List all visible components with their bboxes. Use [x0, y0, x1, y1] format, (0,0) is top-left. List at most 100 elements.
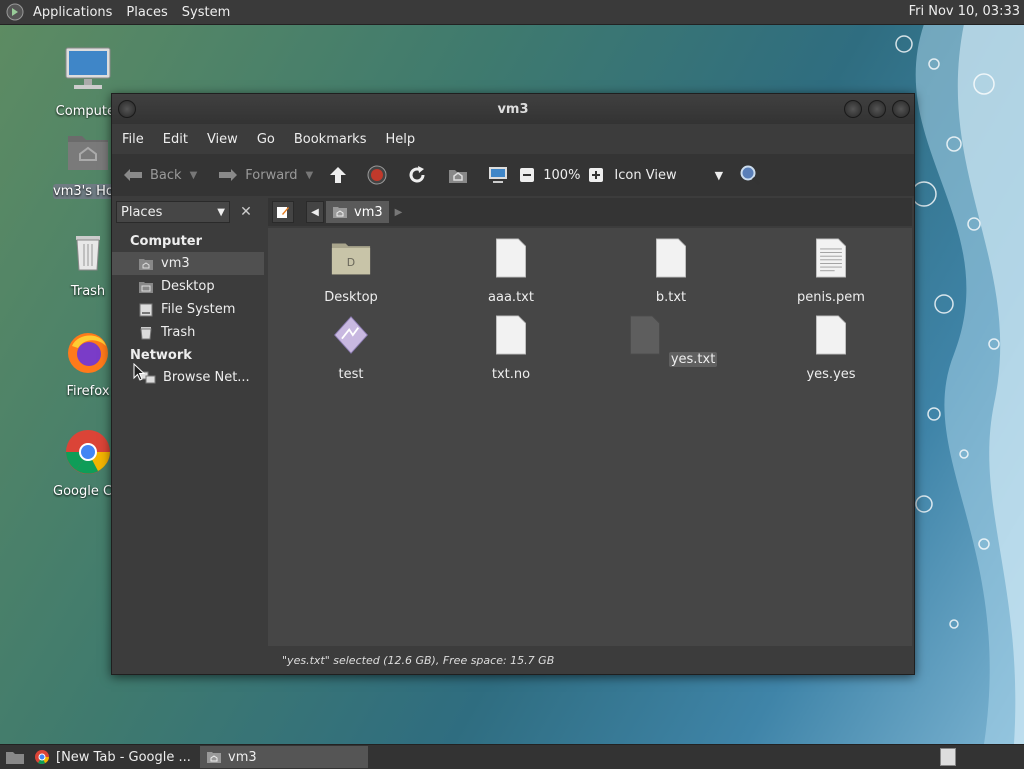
menu-go[interactable]: Go [247, 132, 284, 147]
places-sidepane: Computer vm3 Desktop File System Trash N… [112, 228, 264, 654]
panel-clock[interactable]: Fri Nov 10, 03:33 [909, 4, 1020, 19]
menu-view[interactable]: View [197, 132, 247, 147]
chrome-icon [66, 430, 110, 474]
show-desktop-icon[interactable] [2, 747, 28, 767]
sidepane-close-button[interactable]: ✕ [236, 202, 256, 222]
window-titlebar[interactable]: vm3 [112, 94, 914, 124]
top-panel: Applications Places System Fri Nov 10, 0… [0, 0, 1024, 25]
drive-icon [139, 303, 153, 316]
up-arrow-icon[interactable] [327, 165, 349, 185]
file-item-txt-no[interactable]: txt.no [456, 313, 566, 382]
breadcrumb-vm3[interactable]: vm3 [326, 201, 389, 223]
mouse-pointer-icon [133, 363, 145, 381]
sidepane-header: Places ▼ ✕ [112, 198, 264, 226]
view-mode-selector[interactable]: Icon View ▼ [614, 168, 723, 183]
file-item-aaa-txt[interactable]: aaa.txt [456, 236, 566, 305]
sidebar-item-label: Trash [161, 325, 196, 340]
trash-icon [140, 326, 152, 339]
home-folder-icon [207, 752, 221, 763]
zoom-out-icon[interactable] [519, 167, 535, 183]
sidebar-item-label: File System [161, 302, 236, 317]
file-name: aaa.txt [488, 290, 534, 305]
file-item-penis-pem[interactable]: penis.pem [776, 236, 886, 305]
back-history-dropdown[interactable]: ▼ [190, 170, 198, 181]
location-bar: ◀ vm3 ▶ [268, 198, 912, 226]
task-chrome[interactable]: [New Tab - Google ... [28, 746, 198, 768]
menubar: File Edit View Go Bookmarks Help [112, 124, 914, 154]
statusbar: "yes.txt" selected (12.6 GB), Free space… [268, 646, 912, 674]
status-text: "yes.txt" selected (12.6 GB), Free space… [282, 653, 555, 667]
file-item-test[interactable]: test [296, 313, 406, 382]
stop-icon[interactable] [367, 165, 387, 185]
file-name: b.txt [655, 290, 687, 305]
home-icon[interactable] [447, 165, 469, 185]
path-scroll-right-button[interactable]: ▶ [395, 207, 403, 218]
places-menu[interactable]: Places [119, 5, 174, 20]
path-scroll-left-button[interactable]: ◀ [306, 201, 324, 223]
sidepane-type-label: Places [121, 204, 163, 220]
menu-file[interactable]: File [112, 132, 153, 147]
menu-help[interactable]: Help [375, 132, 424, 147]
blank-file-icon [496, 238, 526, 278]
sidepane-type-selector[interactable]: Places ▼ [116, 201, 230, 223]
home-folder-icon [68, 136, 108, 170]
svg-text:D: D [347, 256, 355, 269]
computer-icon[interactable] [487, 165, 509, 185]
chrome-icon [35, 750, 49, 765]
task-file-manager[interactable]: vm3 [200, 746, 368, 768]
sidepane-heading-computer: Computer [130, 234, 203, 249]
window-title: vm3 [497, 102, 529, 117]
sidebar-item-trash[interactable]: Trash [112, 321, 264, 344]
trash-icon [76, 236, 100, 271]
sidebar-item-filesystem[interactable]: File System [112, 298, 264, 321]
forward-label: Forward [245, 167, 298, 183]
blank-file-icon [629, 315, 660, 355]
toggle-location-entry-button[interactable] [272, 201, 294, 223]
sidebar-item-desktop[interactable]: Desktop [112, 275, 264, 298]
breadcrumb-label: vm3 [354, 204, 383, 220]
blank-file-icon [816, 315, 846, 355]
task-label: vm3 [228, 749, 257, 765]
sidebar-item-home[interactable]: vm3 [112, 252, 264, 275]
home-folder-icon [139, 258, 153, 270]
zoom-in-icon[interactable] [588, 167, 604, 183]
sidebar-item-label: Desktop [161, 279, 215, 294]
home-folder-icon [333, 207, 347, 218]
search-icon[interactable] [739, 164, 761, 186]
zoom-level[interactable]: 100% [543, 168, 580, 183]
edit-icon [277, 207, 289, 218]
file-item-yes-txt[interactable]: yes.txt [616, 313, 726, 367]
file-name: penis.pem [797, 290, 865, 305]
computer-icon [65, 47, 111, 89]
applications-menu[interactable]: Applications [26, 5, 119, 20]
desktop-folder-icon [139, 281, 153, 293]
menu-bookmarks[interactable]: Bookmarks [284, 132, 376, 147]
file-item-desktop[interactable]: D Desktop [296, 236, 406, 305]
workspace-switcher[interactable] [940, 748, 956, 766]
system-menu[interactable]: System [175, 5, 237, 20]
file-name: yes.yes [806, 367, 856, 382]
file-name: Desktop [324, 290, 378, 305]
blank-file-icon [656, 238, 686, 278]
back-arrow-icon [124, 169, 142, 181]
panel-menus: Applications Places System [26, 0, 237, 24]
back-label: Back [150, 167, 182, 183]
maximize-button[interactable] [868, 100, 886, 118]
view-mode-label: Icon View [614, 167, 677, 183]
reload-icon[interactable] [407, 165, 427, 185]
forward-button[interactable]: Forward ▼ [207, 167, 313, 183]
distro-logo-icon[interactable] [6, 3, 24, 21]
minimize-button[interactable] [844, 100, 862, 118]
text-file-icon [816, 238, 846, 278]
forward-history-dropdown[interactable]: ▼ [306, 170, 314, 181]
file-manager-window: vm3 File Edit View Go Bookmarks Help Bac… [111, 93, 915, 675]
chevron-down-icon: ▼ [714, 168, 724, 182]
file-item-yes-yes[interactable]: yes.yes [776, 313, 886, 382]
back-button[interactable]: Back ▼ [112, 167, 197, 183]
file-item-b-txt[interactable]: b.txt [616, 236, 726, 305]
menu-edit[interactable]: Edit [153, 132, 197, 147]
bottom-taskbar: [New Tab - Google ... vm3 [0, 744, 1024, 769]
blank-file-icon [496, 315, 526, 355]
close-button[interactable] [892, 100, 910, 118]
folder-icon: D [331, 243, 371, 275]
